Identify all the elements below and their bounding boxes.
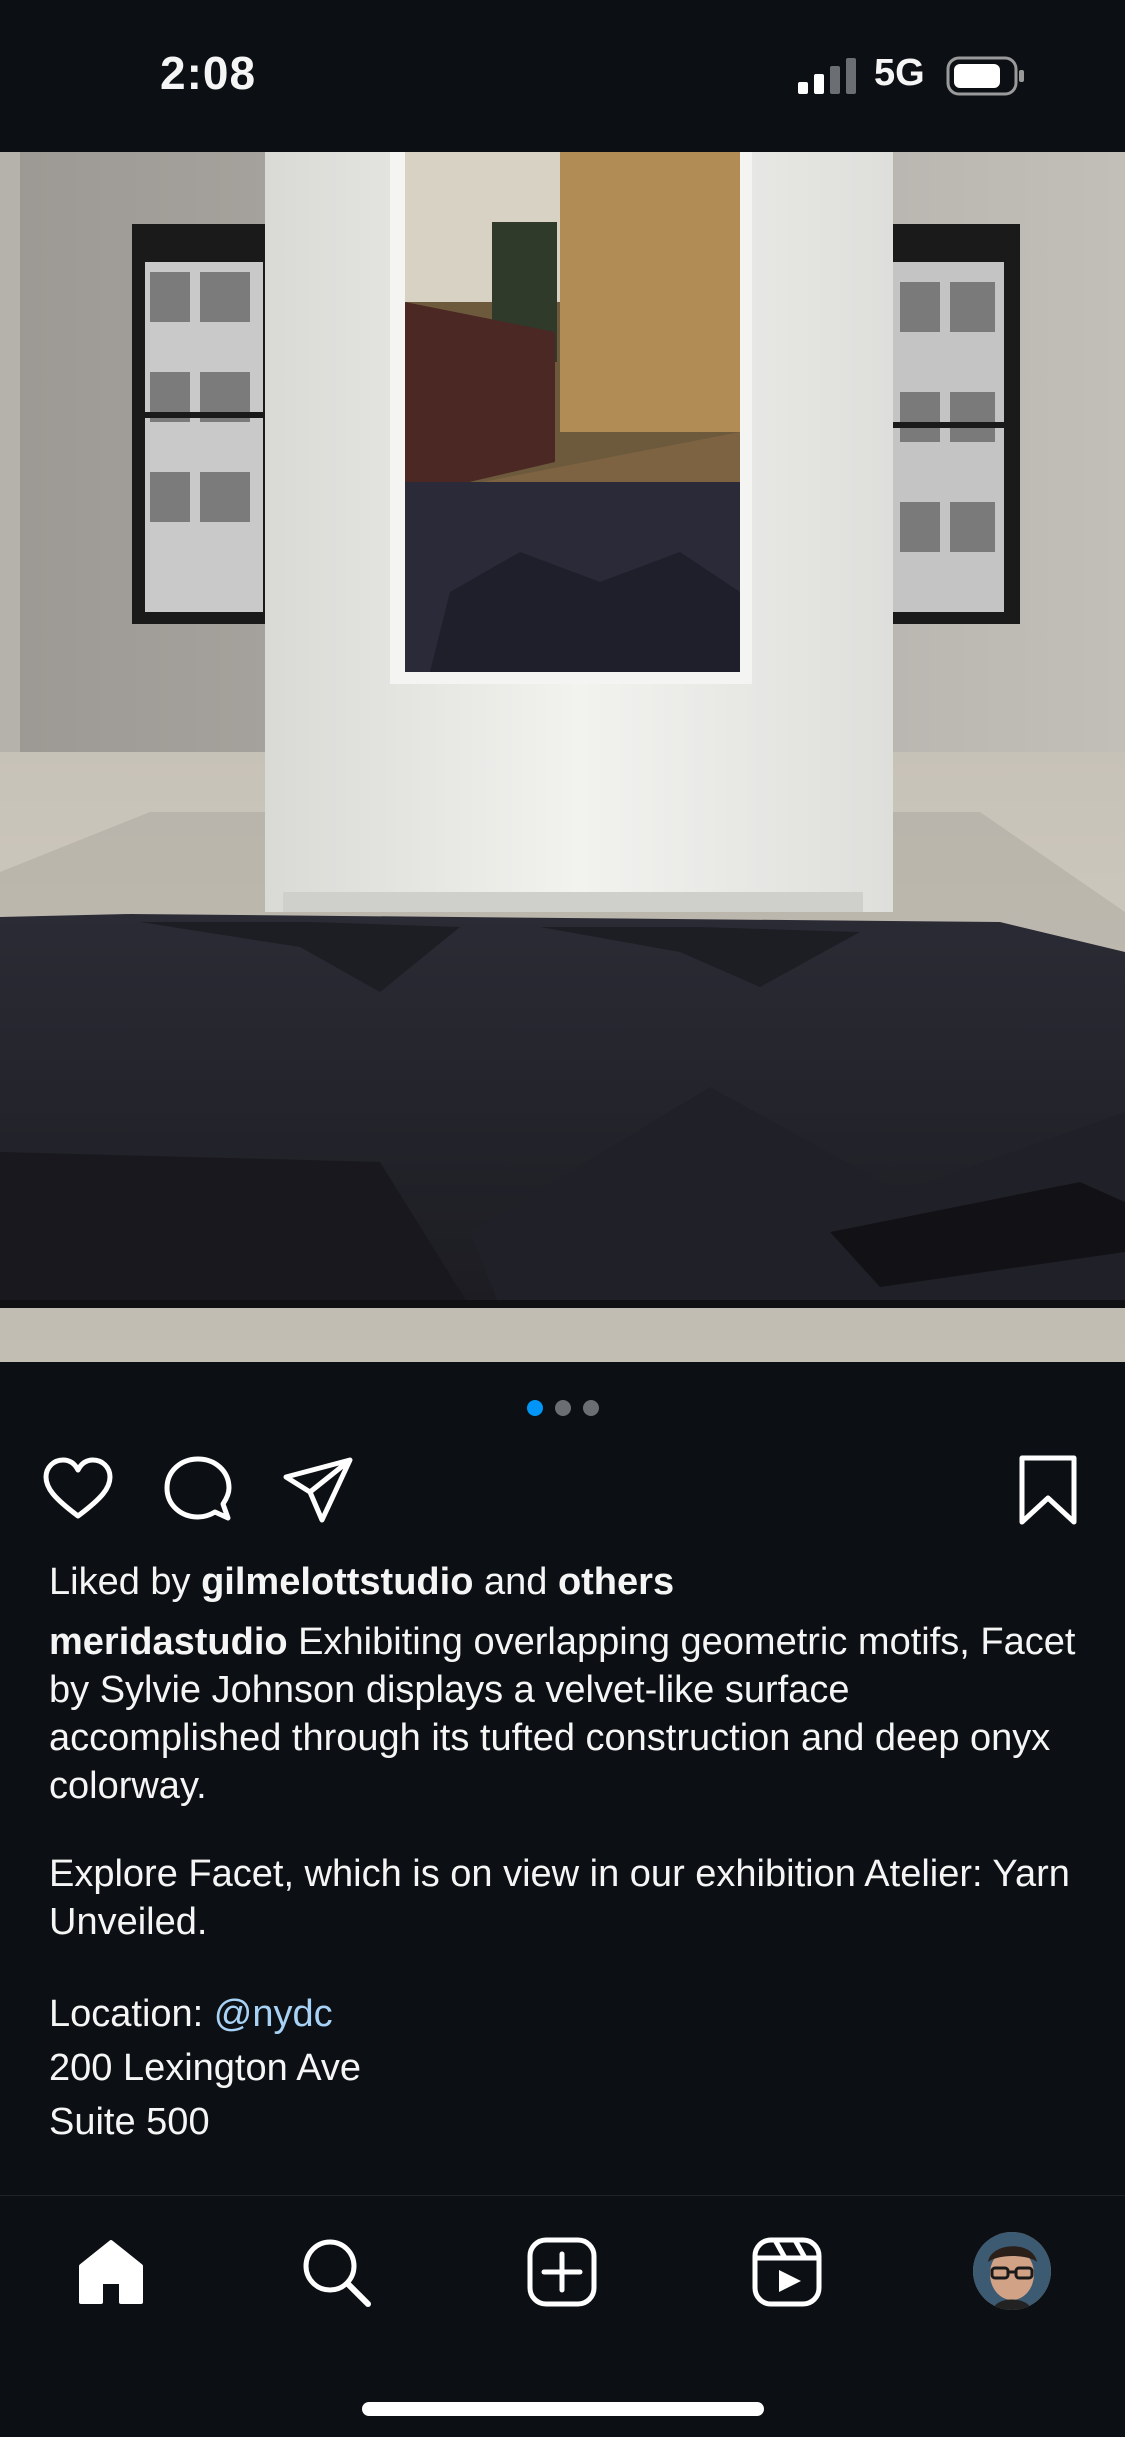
comment-button[interactable]: [160, 1452, 236, 1528]
like-button[interactable]: [40, 1452, 116, 1528]
carousel-dot: [554, 1400, 571, 1416]
network-type: 5G: [874, 52, 925, 94]
status-bar: 2:08 5G: [0, 0, 1125, 152]
likes-prefix: Liked by: [49, 1561, 202, 1603]
caption-location-line: Location: @nydc: [49, 1990, 1089, 2038]
nav-create-button[interactable]: [524, 2234, 600, 2310]
bookmark-icon: [1019, 1455, 1077, 1525]
likes-others-link[interactable]: others: [558, 1561, 674, 1603]
location-mention-link[interactable]: @nydc: [214, 1993, 333, 2035]
post-caption: Liked by gilmelottstudio and others meri…: [49, 1558, 1089, 2146]
reels-icon: [752, 2237, 822, 2307]
send-icon: [283, 1457, 353, 1523]
search-icon: [303, 2239, 371, 2307]
nav-search-button[interactable]: [298, 2234, 374, 2310]
post-image[interactable]: [0, 152, 1125, 1362]
likes-summary[interactable]: Liked by gilmelottstudio and others: [49, 1558, 1089, 1606]
heart-icon: [43, 1457, 113, 1519]
battery-icon: [946, 56, 1024, 96]
caption-text: meridastudio Exhibiting overlapping geom…: [49, 1618, 1089, 1810]
caption-paragraph-2: Explore Facet, which is on view in our e…: [49, 1853, 1070, 1943]
new-post-icon: [527, 2237, 597, 2307]
carousel-dot: [582, 1400, 599, 1416]
liked-by-user-link[interactable]: gilmelottstudio: [201, 1561, 473, 1603]
comment-icon: [164, 1456, 232, 1521]
nav-home-button[interactable]: [73, 2234, 149, 2310]
share-button[interactable]: [280, 1452, 356, 1528]
gallery-carpet-photo: [0, 152, 1125, 1362]
nav-reels-button[interactable]: [749, 2234, 825, 2310]
home-indicator[interactable]: [362, 2402, 764, 2416]
cellular-signal-icon: [798, 58, 856, 94]
address-line-1: 200 Lexington Ave: [49, 2047, 362, 2089]
carousel-dot-active: [526, 1400, 543, 1416]
home-icon: [79, 2240, 143, 2304]
caption-username-link[interactable]: meridastudio: [49, 1621, 288, 1663]
location-label: Location:: [49, 1993, 214, 2035]
save-button[interactable]: [1010, 1452, 1086, 1528]
carousel-indicator: [0, 1400, 1125, 1416]
bottom-nav-bar: [0, 2195, 1125, 2437]
profile-avatar-icon: [973, 2232, 1051, 2310]
status-time: 2:08: [160, 47, 257, 99]
address-line-2: Suite 500: [49, 2101, 210, 2143]
nav-profile-avatar[interactable]: [973, 2232, 1051, 2310]
likes-and: and: [473, 1561, 558, 1603]
